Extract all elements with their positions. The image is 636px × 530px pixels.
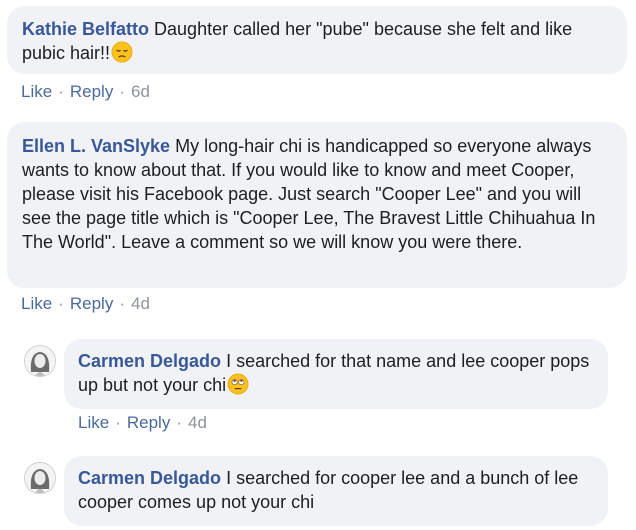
comment-actions: Like · Reply · 4d (21, 294, 150, 313)
like-link[interactable]: Like (21, 82, 52, 101)
avatar[interactable] (24, 462, 56, 494)
comment-time[interactable]: 4d (188, 413, 207, 432)
comment-author[interactable]: Carmen Delgado (78, 468, 221, 488)
comment-author[interactable]: Ellen L. VanSlyke (22, 136, 170, 156)
comment-bubble: Ellen L. VanSlyke My long-hair chi is ha… (7, 122, 627, 288)
comment-bubble: Kathie Belfatto Daughter called her "pub… (7, 6, 627, 74)
like-link[interactable]: Like (78, 413, 109, 432)
comment-time[interactable]: 6d (131, 82, 150, 101)
comment-author[interactable]: Carmen Delgado (78, 351, 221, 371)
pensive-face-emoji (111, 41, 133, 63)
reply-link[interactable]: Reply (127, 413, 170, 432)
comment-bubble: Carmen Delgado I searched for cooper lee… (64, 456, 608, 526)
comment-time[interactable]: 4d (131, 294, 150, 313)
avatar-photo (25, 463, 55, 493)
avatar-photo (25, 346, 55, 376)
comment-actions: Like · Reply · 4d (78, 413, 207, 432)
comment-author[interactable]: Kathie Belfatto (22, 19, 149, 39)
rolling-eyes-emoji (227, 373, 249, 395)
avatar[interactable] (24, 345, 56, 377)
reply-link[interactable]: Reply (70, 82, 113, 101)
reply-link[interactable]: Reply (70, 294, 113, 313)
comment-bubble: Carmen Delgado I searched for that name … (64, 339, 608, 409)
comment-actions: Like · Reply · 6d (21, 82, 150, 101)
like-link[interactable]: Like (21, 294, 52, 313)
